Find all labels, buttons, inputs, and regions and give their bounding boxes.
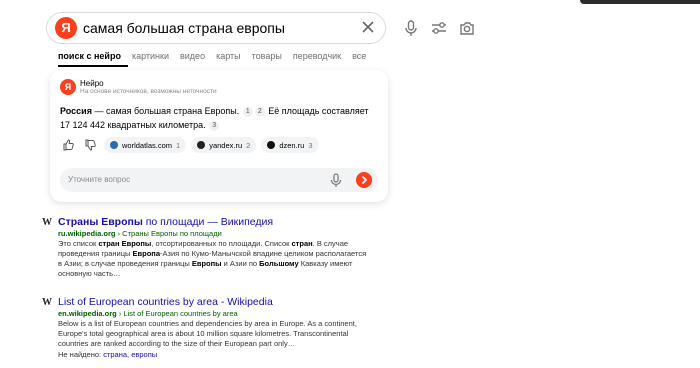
url-domain: en.wikipedia.org xyxy=(58,309,117,318)
tab-video[interactable]: видео xyxy=(180,51,205,61)
snippet-text: Это список xyxy=(58,239,99,248)
neuro-logo: Я xyxy=(60,79,76,95)
title-text: по площади — Википедия xyxy=(142,216,274,228)
tab-translator[interactable]: переводчик xyxy=(293,51,341,61)
microphone-icon[interactable] xyxy=(328,172,344,188)
result-snippet: Below is a list of European countries an… xyxy=(58,319,368,349)
source-count: 1 xyxy=(176,140,181,150)
missing-terms: Не найдено: страна, европы xyxy=(58,350,157,359)
neuro-title: Нейро xyxy=(80,79,104,88)
answer-text-part1: — самая большая страна Европы. xyxy=(91,106,240,116)
active-tab-indicator xyxy=(58,65,128,67)
title-text: List of European countries by area - Wik… xyxy=(58,296,273,308)
snippet-text: Below is a list of European countries an… xyxy=(58,319,357,348)
reference-badge[interactable]: 3 xyxy=(209,120,220,131)
close-icon[interactable] xyxy=(359,18,377,36)
yandex-source-icon xyxy=(197,141,206,149)
filters-icon[interactable] xyxy=(430,19,448,37)
tab-all[interactable]: все xyxy=(352,51,366,61)
thumbs-down-icon xyxy=(85,139,96,151)
globe-icon xyxy=(110,141,118,149)
wikipedia-icon: W xyxy=(42,217,52,228)
neuro-disclaimer: На основе источников, возможны неточност… xyxy=(80,88,217,95)
url-path: › Страны Европы по площади xyxy=(115,229,222,238)
source-chip-dzen[interactable]: dzen.ru 3 xyxy=(261,137,319,153)
followup-input[interactable]: Уточните вопрос xyxy=(60,168,378,192)
tab-products[interactable]: товары xyxy=(252,51,282,61)
source-chip-worldatlas[interactable]: worldatlas.com 1 xyxy=(104,137,187,153)
browser-top-strip xyxy=(0,0,700,6)
neuro-actions: worldatlas.com 1 yandex.ru 2 dzen.ru 3 xyxy=(60,137,324,153)
title-highlight: Страны Европы xyxy=(58,216,143,228)
result-url[interactable]: en.wikipedia.org › List of European coun… xyxy=(58,309,238,318)
result-title-link[interactable]: Страны Европы по площади — Википедия xyxy=(58,216,273,228)
result-url[interactable]: ru.wikipedia.org › Страны Европы по площ… xyxy=(58,229,222,238)
missing-terms-link[interactable]: страна, европы xyxy=(103,350,157,359)
source-name: worldatlas.com xyxy=(122,140,173,150)
snippet-highlight: Европа xyxy=(132,249,160,258)
chevron-right-icon xyxy=(361,175,368,185)
search-tabs: поиск с нейро картинки видео карты товар… xyxy=(58,51,377,61)
answer-highlight: Россия xyxy=(60,106,92,116)
snippet-text: , отсортированных по площади. Список xyxy=(151,239,292,248)
submit-followup-button[interactable] xyxy=(356,172,372,188)
source-name: yandex.ru xyxy=(209,140,243,150)
search-result: W Страны Европы по площади — Википедия r… xyxy=(42,216,382,280)
followup-placeholder: Уточните вопрос xyxy=(68,175,131,184)
snippet-highlight: Европы xyxy=(191,259,222,268)
tab-images[interactable]: картинки xyxy=(132,51,169,61)
source-count: 3 xyxy=(308,140,313,150)
result-snippet: Это список стран Европы, отсортированных… xyxy=(58,239,368,279)
url-path: › List of European countries by area xyxy=(116,309,238,318)
tab-neuro[interactable]: поиск с нейро xyxy=(58,51,121,61)
yandex-logo[interactable]: Я xyxy=(55,17,77,39)
result-title-link[interactable]: List of European countries by area - Wik… xyxy=(58,296,273,308)
reference-badge[interactable]: 2 xyxy=(254,106,265,117)
microphone-icon[interactable] xyxy=(402,19,420,37)
url-domain: ru.wikipedia.org xyxy=(58,229,116,238)
snippet-highlight: стран Европы xyxy=(98,239,152,248)
neuro-answer-text: Россия — самая большая страна Европы. 12… xyxy=(60,104,380,132)
browser-dark-edge xyxy=(580,0,700,4)
source-name: dzen.ru xyxy=(279,140,305,150)
camera-search-icon[interactable] xyxy=(458,19,476,37)
reference-badge[interactable]: 1 xyxy=(242,106,253,117)
thumbs-down-button[interactable] xyxy=(82,137,100,153)
wikipedia-icon: W xyxy=(42,297,52,308)
search-input[interactable]: самая большая страна европы xyxy=(83,20,285,36)
snippet-text: и Азии по xyxy=(221,259,260,268)
snippet-highlight: стран xyxy=(291,239,313,248)
source-count: 2 xyxy=(246,140,251,150)
snippet-highlight: Большому xyxy=(259,259,299,268)
neuro-answer-card: Я Нейро На основе источников, возможны н… xyxy=(50,70,388,202)
source-chip-yandex[interactable]: yandex.ru 2 xyxy=(191,137,257,153)
dzen-icon xyxy=(267,141,276,149)
search-result: W List of European countries by area - W… xyxy=(42,296,382,362)
search-bar[interactable]: Я самая большая страна европы xyxy=(46,12,386,44)
missing-label: Не найдено: xyxy=(58,350,104,359)
thumbs-up-icon xyxy=(63,139,74,151)
thumbs-up-button[interactable] xyxy=(60,137,78,153)
tab-maps[interactable]: карты xyxy=(216,51,241,61)
